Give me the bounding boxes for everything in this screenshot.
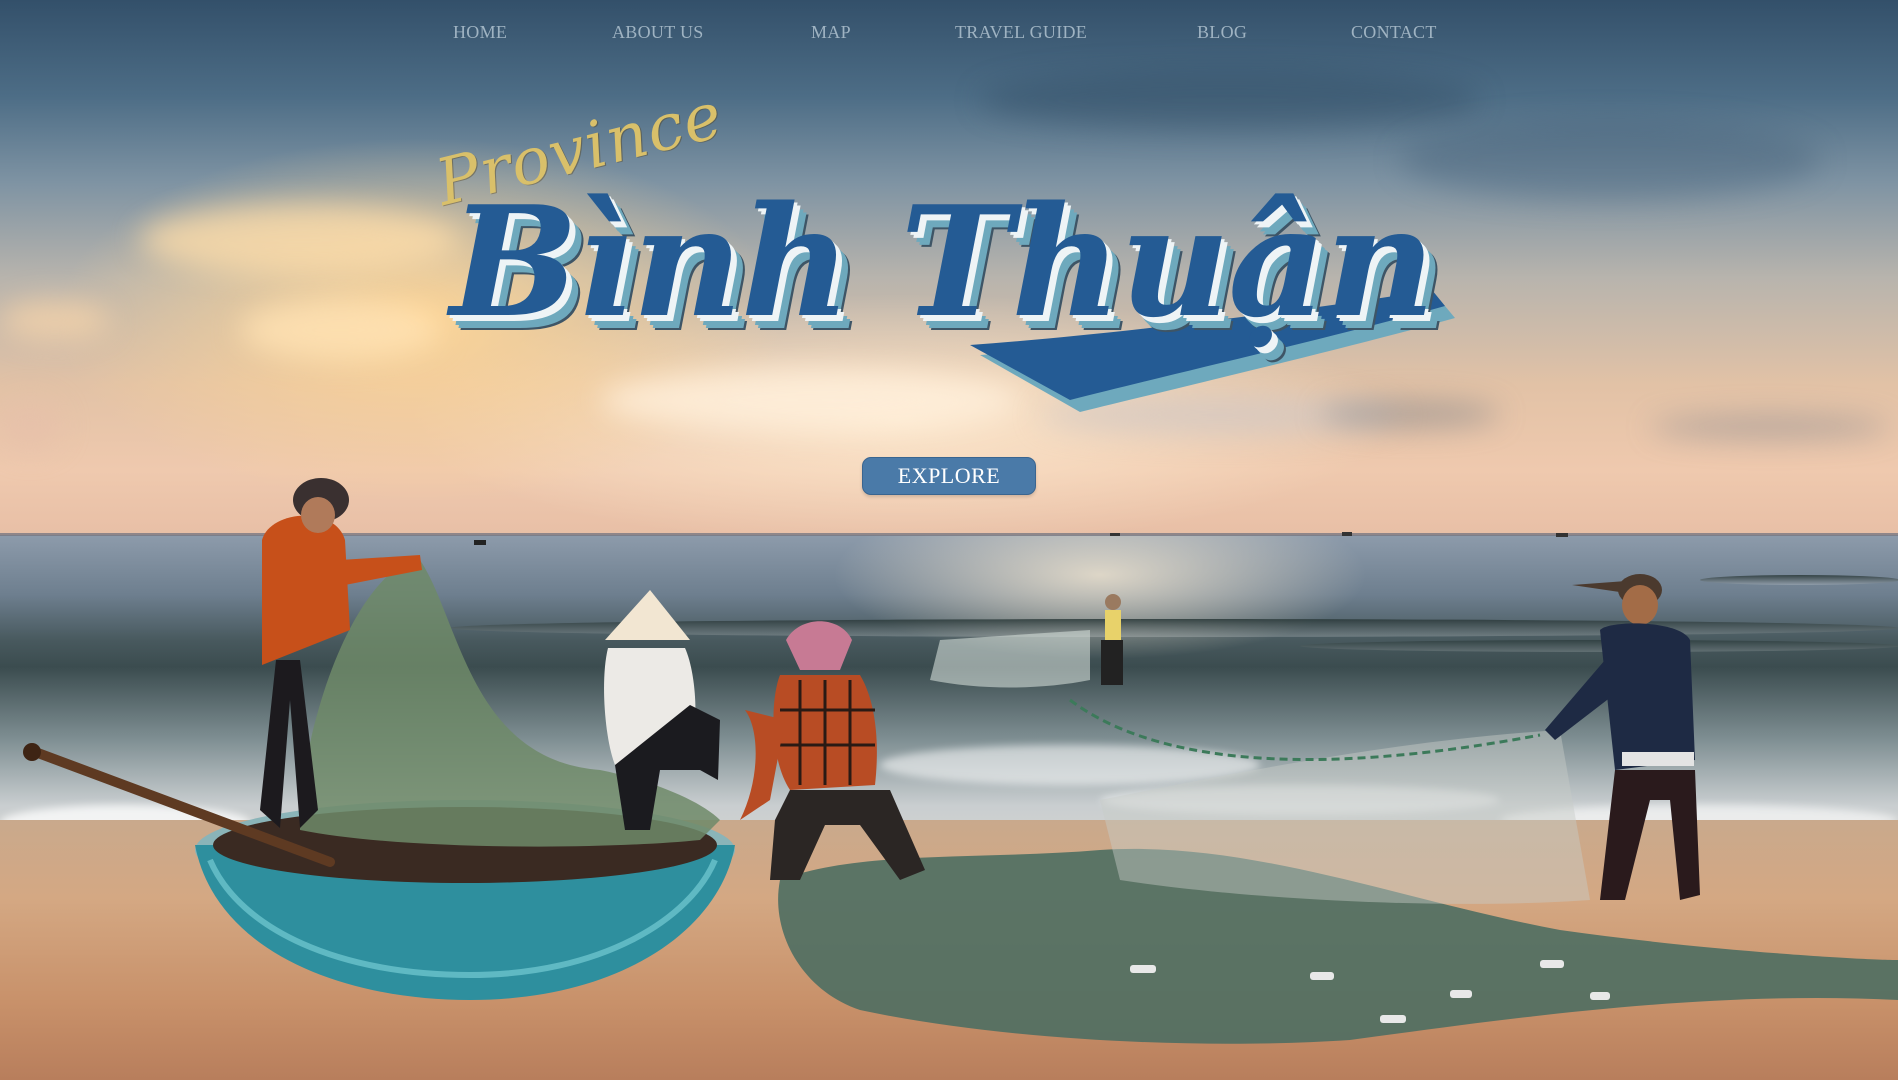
- page: HOME ABOUT US MAP TRAVEL GUIDE BLOG CONT…: [0, 0, 1898, 1080]
- title-swash-underline: [970, 290, 1455, 412]
- explore-button[interactable]: EXPLORE: [862, 457, 1036, 495]
- hero-title: Bình Thuận: [450, 172, 1435, 351]
